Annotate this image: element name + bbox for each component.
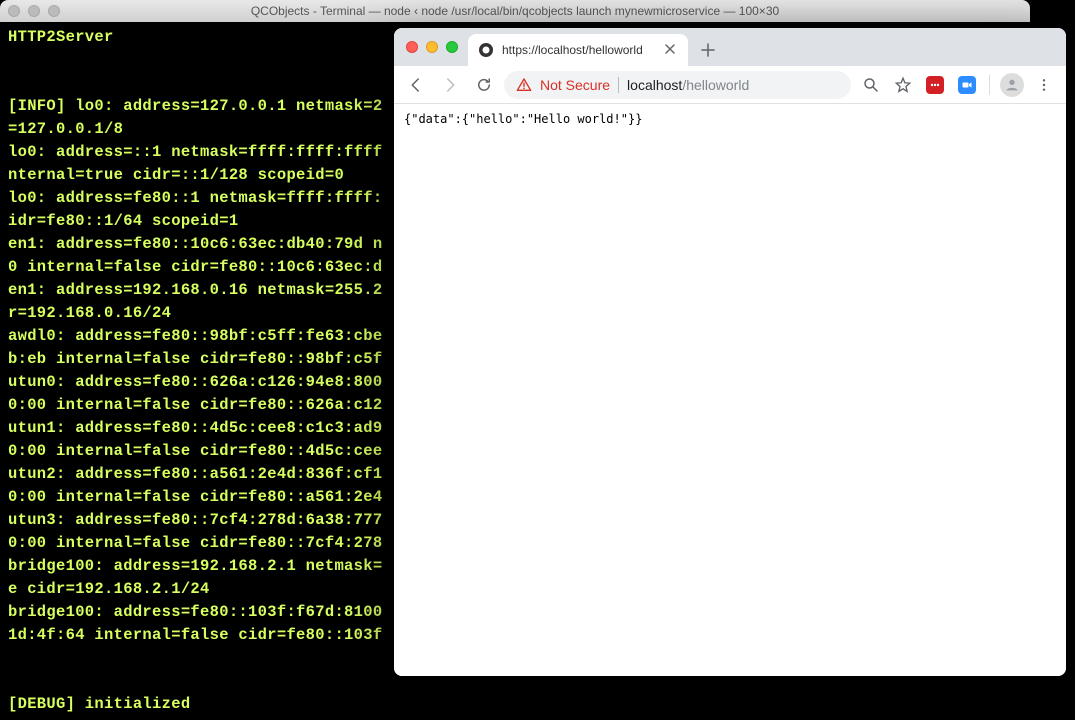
close-window-button[interactable] [8,5,20,17]
not-secure-icon [516,77,532,93]
extension-zoom-icon[interactable] [953,71,981,99]
terminal-window-controls [8,5,60,17]
forward-button[interactable] [436,71,464,99]
favicon-icon [478,42,494,58]
zoom-window-button[interactable] [48,5,60,17]
reload-button[interactable] [470,71,498,99]
url-text: localhost/helloworld [627,77,749,93]
browser-toolbar: Not Secure localhost/helloworld [394,66,1066,104]
url-path: /helloworld [682,77,749,93]
not-secure-label: Not Secure [540,77,610,93]
terminal-titlebar[interactable]: QCObjects - Terminal — node ‹ node /usr/… [0,0,1030,22]
tab-title: https://localhost/helloworld [502,43,656,57]
address-divider [618,77,619,93]
response-body: {"data":{"hello":"Hello world!"}} [404,112,642,126]
browser-window: https://localhost/helloworld Not Secure … [394,28,1066,676]
url-host: localhost [627,77,682,93]
extension-lastpass-icon[interactable] [921,71,949,99]
minimize-window-button[interactable] [426,41,438,53]
profile-avatar[interactable] [998,71,1026,99]
menu-kebab-icon[interactable] [1030,71,1058,99]
address-bar[interactable]: Not Secure localhost/helloworld [504,71,851,99]
browser-window-controls [406,41,458,53]
search-icon[interactable] [857,71,885,99]
bookmark-star-icon[interactable] [889,71,917,99]
toolbar-right [857,71,1058,99]
terminal-title: QCObjects - Terminal — node ‹ node /usr/… [0,4,1030,18]
toolbar-separator [989,75,990,95]
close-tab-icon[interactable] [664,43,678,57]
new-tab-button[interactable] [694,36,722,64]
browser-page-content[interactable]: {"data":{"hello":"Hello world!"}} [394,104,1066,676]
close-window-button[interactable] [406,41,418,53]
minimize-window-button[interactable] [28,5,40,17]
zoom-window-button[interactable] [446,41,458,53]
browser-tab[interactable]: https://localhost/helloworld [468,34,688,66]
browser-tabbar: https://localhost/helloworld [394,28,1066,66]
back-button[interactable] [402,71,430,99]
